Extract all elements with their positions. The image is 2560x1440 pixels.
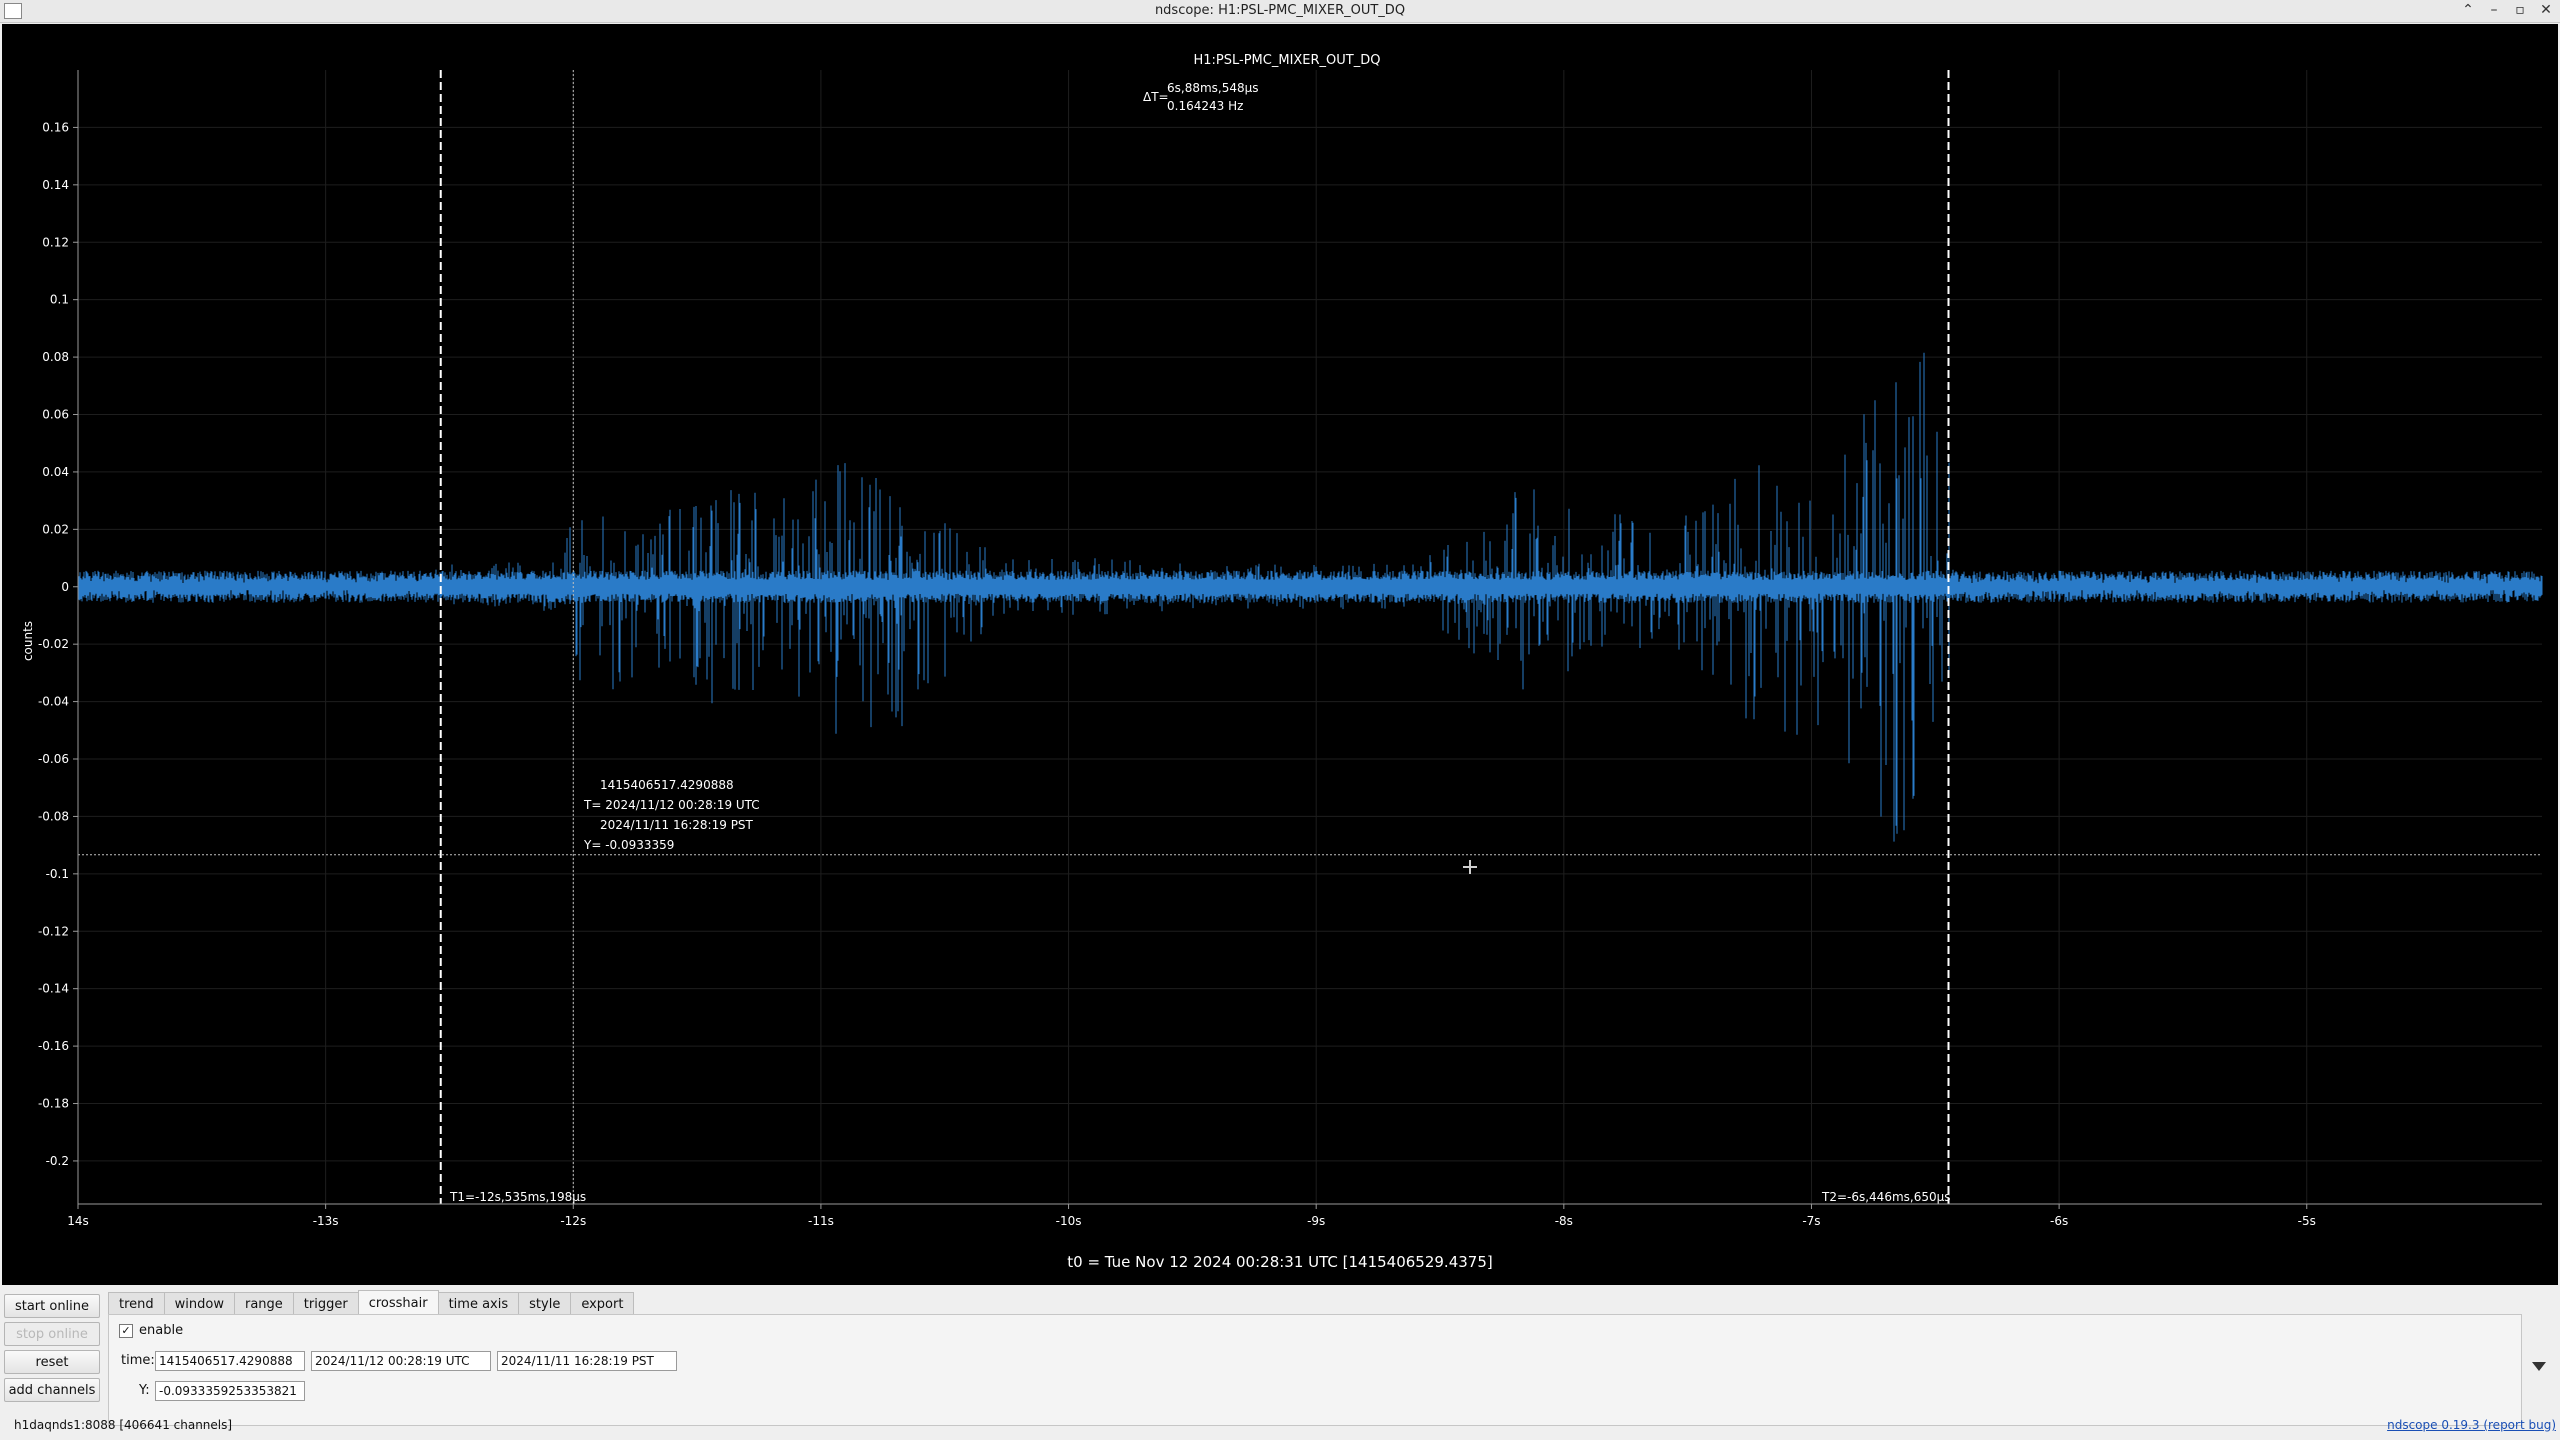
x-tick-label: -10s — [1056, 1214, 1082, 1228]
y-tick-label: 0.02 — [42, 522, 69, 536]
y-tick-label: -0.08 — [38, 809, 69, 823]
x-tick-label: -7s — [1802, 1214, 1820, 1228]
crosshair-y: Y= -0.0933359 — [583, 838, 674, 852]
window-shade-icon[interactable]: ⌃ — [2460, 2, 2476, 18]
y-tick-label: 0.14 — [42, 178, 69, 192]
server-status: h1daqnds1:8088 [406641 channels] — [14, 1418, 233, 1432]
y-tick-label: -0.04 — [38, 695, 69, 709]
enable-label: enable — [139, 1323, 184, 1338]
y-tick-label: -0.06 — [38, 752, 69, 766]
time-pst-field[interactable]: 2024/11/11 16:28:19 PST — [497, 1351, 677, 1371]
y-tick-label: -0.14 — [38, 982, 69, 996]
y-value-field[interactable]: -0.0933359253353821 — [155, 1381, 305, 1401]
y-tick-label: 0.06 — [42, 408, 69, 422]
checkmark-icon[interactable]: ✓ — [119, 1323, 133, 1338]
y-tick-label: -0.12 — [38, 924, 69, 938]
y-tick-label: 0.1 — [50, 293, 69, 307]
tab-range[interactable]: range — [233, 1292, 294, 1315]
signal-trace — [77, 352, 2543, 842]
maximize-icon[interactable]: ▫ — [2512, 2, 2528, 18]
window-title: ndscope: H1:PSL-PMC_MIXER_OUT_DQ — [1154, 3, 1406, 18]
tab-trend[interactable]: trend — [108, 1292, 165, 1315]
y-tick-label: -0.1 — [46, 867, 69, 881]
tab-crosshair[interactable]: crosshair — [357, 1290, 439, 1315]
title-bar: ndscope: H1:PSL-PMC_MIXER_OUT_DQ ⌃ – ▫ ✕ — [0, 0, 2560, 23]
collapse-arrow-icon[interactable] — [2532, 1362, 2546, 1371]
t0-label: t0 = Tue Nov 12 2024 00:28:31 UTC [14154… — [1067, 1253, 1492, 1271]
y-tick-label: 0.04 — [42, 465, 69, 479]
y-label: Y: — [139, 1383, 150, 1398]
y-tick-label: -0.02 — [38, 637, 69, 651]
x-tick-label: -6s — [2050, 1214, 2068, 1228]
time-label: time: — [121, 1353, 155, 1368]
x-tick-label: -5s — [2298, 1214, 2316, 1228]
y-tick-label: -0.16 — [38, 1039, 69, 1053]
x-tick-label: -9s — [1307, 1214, 1325, 1228]
y-tick-label: -0.18 — [38, 1097, 69, 1111]
y-tick-label: 0 — [61, 580, 69, 594]
timeseries-chart[interactable]: 0.16 0.14 0.12 0.1 0.08 0.06 0.04 0.02 0 -0.02 -0.… — [2, 24, 2558, 1285]
crosshair-gps: 1415406517.4290888 — [600, 778, 734, 792]
minimize-icon[interactable]: – — [2486, 2, 2502, 18]
x-tick-label: -8s — [1555, 1214, 1573, 1228]
start-online-button[interactable]: start online — [4, 1294, 100, 1318]
delta-frequency: 0.164243 Hz — [1167, 99, 1243, 113]
stop-online-button: stop online — [4, 1322, 100, 1346]
tab-style[interactable]: style — [518, 1292, 572, 1315]
crosshair-panel: ✓ enable time: 1415406517.4290888 2024/1… — [108, 1314, 2522, 1426]
delta-label: ΔT= — [1143, 90, 1169, 104]
y-tick-label: 0.16 — [42, 120, 69, 134]
delta-time: 6s,88ms,548μs — [1167, 81, 1259, 95]
y-tick-label: 0.12 — [42, 235, 69, 249]
crosshair-marker-icon — [1463, 860, 1477, 874]
y-tick-label: -0.2 — [46, 1154, 69, 1168]
tab-export[interactable]: export — [570, 1292, 635, 1315]
cursor-t1-label: T1=-12s,535ms,198μs — [449, 1190, 586, 1204]
tab-time-axis[interactable]: time axis — [437, 1292, 520, 1315]
y-axis-label: counts — [21, 621, 35, 661]
plot-area[interactable]: 0.16 0.14 0.12 0.1 0.08 0.06 0.04 0.02 0 -0.02 -0.… — [2, 24, 2558, 1285]
cursor-t2-label: T2=-6s,446ms,650μs — [1821, 1190, 1951, 1204]
channel-title: H1:PSL-PMC_MIXER_OUT_DQ — [1194, 53, 1381, 68]
tab-trigger[interactable]: trigger — [292, 1292, 359, 1315]
y-tick-label: 0.08 — [42, 350, 69, 364]
x-tick-label: -12s — [560, 1214, 586, 1228]
control-panel: start online stop online reset add chann… — [0, 1286, 2560, 1440]
close-icon[interactable]: ✕ — [2538, 2, 2554, 18]
tab-window[interactable]: window — [163, 1292, 235, 1315]
x-tick-label: -13s — [313, 1214, 339, 1228]
report-bug-link[interactable]: (report bug) — [2483, 1418, 2556, 1432]
version-links: ndscope 0.19.3 (report bug) — [2387, 1418, 2556, 1432]
tab-bar: trend window range trigger crosshair tim… — [108, 1290, 635, 1315]
time-gps-field[interactable]: 1415406517.4290888 — [155, 1351, 305, 1371]
version-link[interactable]: ndscope 0.19.3 — [2387, 1418, 2479, 1432]
time-utc-field[interactable]: 2024/11/12 00:28:19 UTC — [311, 1351, 491, 1371]
crosshair-utc: T= 2024/11/12 00:28:19 UTC — [583, 798, 760, 812]
crosshair-pst: 2024/11/11 16:28:19 PST — [600, 818, 754, 832]
reset-button[interactable]: reset — [4, 1350, 100, 1374]
x-tick-label: -11s — [808, 1214, 834, 1228]
x-tick-label: 14s — [67, 1214, 89, 1228]
enable-checkbox[interactable]: ✓ enable — [119, 1323, 183, 1338]
add-channels-button[interactable]: add channels — [4, 1378, 100, 1402]
